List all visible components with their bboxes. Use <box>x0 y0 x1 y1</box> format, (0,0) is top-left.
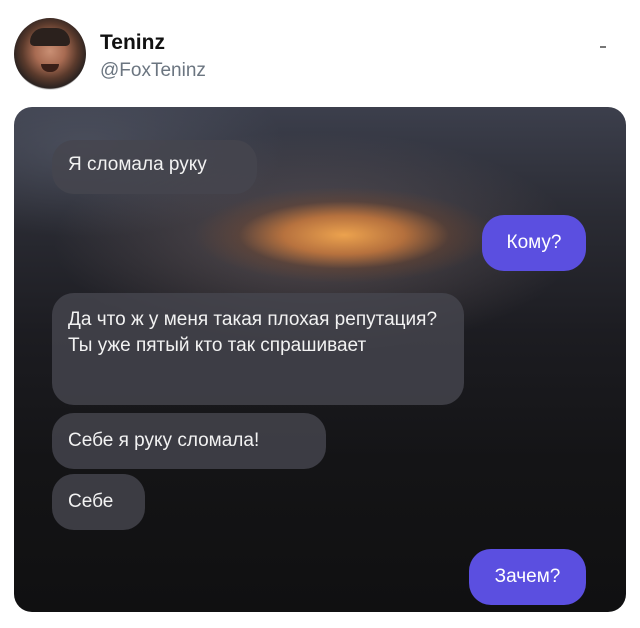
message-bubble-incoming: Себе я руку сломала! <box>52 413 326 469</box>
message-bubble-incoming: Да что ж у меня такая плохая репутация? … <box>52 293 464 405</box>
author-display-name[interactable]: Teninz <box>100 31 165 55</box>
avatar-mouth <box>41 64 59 72</box>
message-bubble-incoming: Себе <box>52 474 145 530</box>
author-handle[interactable]: @FoxTeninz <box>100 60 206 82</box>
message-bubble-outgoing: Кому? <box>482 215 586 271</box>
message-bubble-incoming: Я сломала руку <box>52 140 257 194</box>
tweet-header: Teninz @FoxTeninz <box>0 0 640 100</box>
message-text: Себе я руку сломала! <box>68 430 260 451</box>
avatar-hair <box>30 28 70 46</box>
message-text: Себе <box>68 491 114 512</box>
message-text: Да что ж у меня такая плохая репутация? … <box>68 309 438 356</box>
more-options-icon[interactable] <box>600 46 606 48</box>
message-text: Кому? <box>506 232 562 253</box>
message-bubble-outgoing: Зачем? <box>469 549 586 605</box>
tweet-media-image[interactable]: Я сломала руку Кому? Да что ж у меня так… <box>14 107 626 612</box>
avatar[interactable] <box>14 18 86 90</box>
message-text: Зачем? <box>494 566 561 587</box>
message-text: Я сломала руку <box>68 154 207 175</box>
